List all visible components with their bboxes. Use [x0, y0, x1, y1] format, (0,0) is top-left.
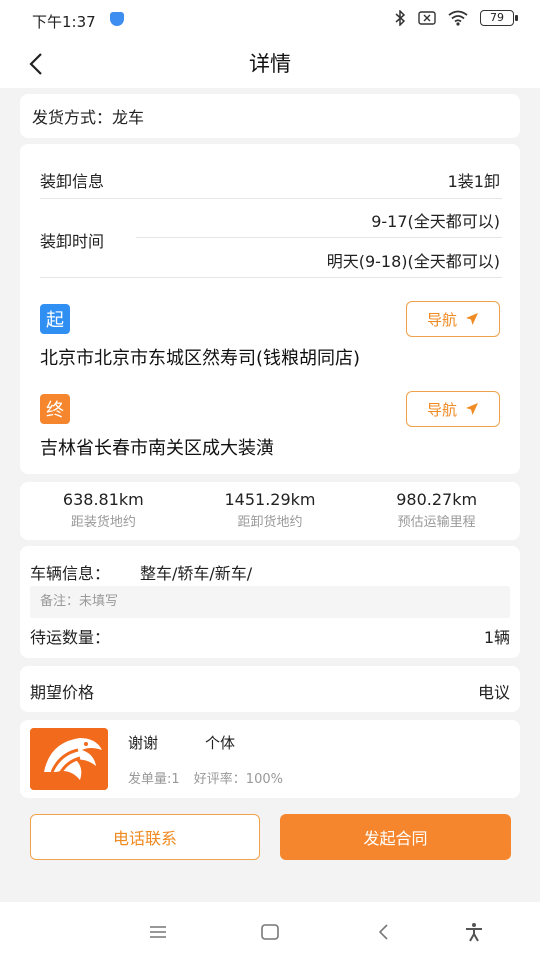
- distance-item: 980.27km 预估运输里程: [353, 482, 520, 540]
- shipper-card[interactable]: 谢谢 个体 发单量:1 好评率：100%: [20, 720, 520, 798]
- loading-time-unload: 明天(9-18)(全天都可以): [326, 252, 500, 271]
- start-contract-button[interactable]: 发起合同: [280, 814, 511, 860]
- shipping-method-card: 发货方式： 龙车: [20, 94, 520, 138]
- home-icon[interactable]: [258, 920, 282, 944]
- distance-label: 距装货地约: [70, 515, 136, 530]
- nav-bar: 详情: [0, 40, 540, 88]
- status-bar: 下午1:37 79: [0, 0, 540, 40]
- vehicle-info-value: 整车/轿车/新车/: [140, 564, 253, 583]
- wifi-icon: [448, 10, 468, 26]
- vehicle-info-label: 车辆信息：: [30, 564, 111, 583]
- distance-value: 980.27km: [396, 490, 478, 509]
- end-address: 吉林省长春市南关区成大装潢: [40, 438, 274, 459]
- order-count: 发单量:1: [128, 772, 180, 787]
- vehicle-info-card: 车辆信息： 整车/轿车/新车/ 备注：未填写 待运数量： 1辆: [20, 546, 520, 658]
- navigate-arrow-icon: [466, 313, 478, 325]
- price-card: 期望价格 电议: [20, 666, 520, 712]
- shipper-stats: 发单量:1 好评率：100%: [128, 768, 283, 787]
- loading-info-card: 装卸信息 1装1卸 装卸时间 9-17(全天都可以) 明天(9-18)(全天都可…: [20, 144, 520, 474]
- end-badge: 终: [40, 394, 70, 424]
- navigate-label: 导航: [426, 310, 457, 329]
- bluetooth-icon: [395, 10, 406, 26]
- avatar: [30, 728, 108, 790]
- status-icons: 79: [394, 10, 518, 26]
- price-value: 电议: [477, 683, 510, 702]
- start-badge: 起: [40, 304, 70, 334]
- page-title: 详情: [249, 52, 291, 76]
- divider: [40, 277, 502, 278]
- start-address: 北京市北京市东城区然寿司(钱粮胡同店): [40, 348, 361, 369]
- status-time: 下午1:37: [32, 13, 96, 31]
- battery-icon: 79: [480, 10, 518, 26]
- distance-item: 638.81km 距装货地约: [20, 482, 187, 540]
- no-sim-icon: [418, 11, 436, 25]
- system-nav-bar: [0, 902, 540, 960]
- start-navigate-button[interactable]: 导航: [406, 301, 500, 337]
- remark-field: 备注：未填写: [30, 586, 510, 618]
- distance-card: 638.81km 距装货地约 1451.29km 距卸货地约 980.27km …: [20, 482, 520, 540]
- divider: [136, 237, 502, 238]
- quantity-label: 待运数量：: [30, 628, 111, 647]
- divider: [40, 198, 502, 199]
- distance-item: 1451.29km 距卸货地约: [187, 482, 354, 540]
- distance-value: 1451.29km: [224, 490, 316, 509]
- distance-value: 638.81km: [62, 490, 144, 509]
- loading-info-label: 装卸信息: [40, 172, 105, 191]
- call-button[interactable]: 电话联系: [30, 814, 260, 860]
- shipper-name: 谢谢: [128, 734, 159, 752]
- rating: 好评率：100%: [193, 772, 283, 787]
- shield-icon: [110, 12, 124, 26]
- end-navigate-button[interactable]: 导航: [406, 391, 500, 427]
- distance-label: 距卸货地约: [237, 515, 303, 530]
- distance-label: 预估运输里程: [397, 515, 476, 530]
- menu-icon[interactable]: [146, 920, 170, 944]
- quantity-value: 1辆: [483, 628, 510, 647]
- loading-time-label: 装卸时间: [40, 232, 105, 251]
- price-label: 期望价格: [30, 683, 95, 702]
- shipping-method-value: 龙车: [112, 108, 145, 127]
- shipper-type: 个体: [205, 734, 236, 752]
- back-nav-icon[interactable]: [372, 920, 396, 944]
- navigate-arrow-icon: [466, 403, 478, 415]
- navigate-label: 导航: [426, 400, 457, 419]
- eagle-logo-icon: [30, 728, 108, 790]
- loading-info-value: 1装1卸: [447, 172, 500, 191]
- loading-time-load: 9-17(全天都可以): [371, 212, 500, 231]
- accessibility-icon[interactable]: [462, 920, 486, 944]
- shipping-method-label: 发货方式：: [32, 108, 113, 127]
